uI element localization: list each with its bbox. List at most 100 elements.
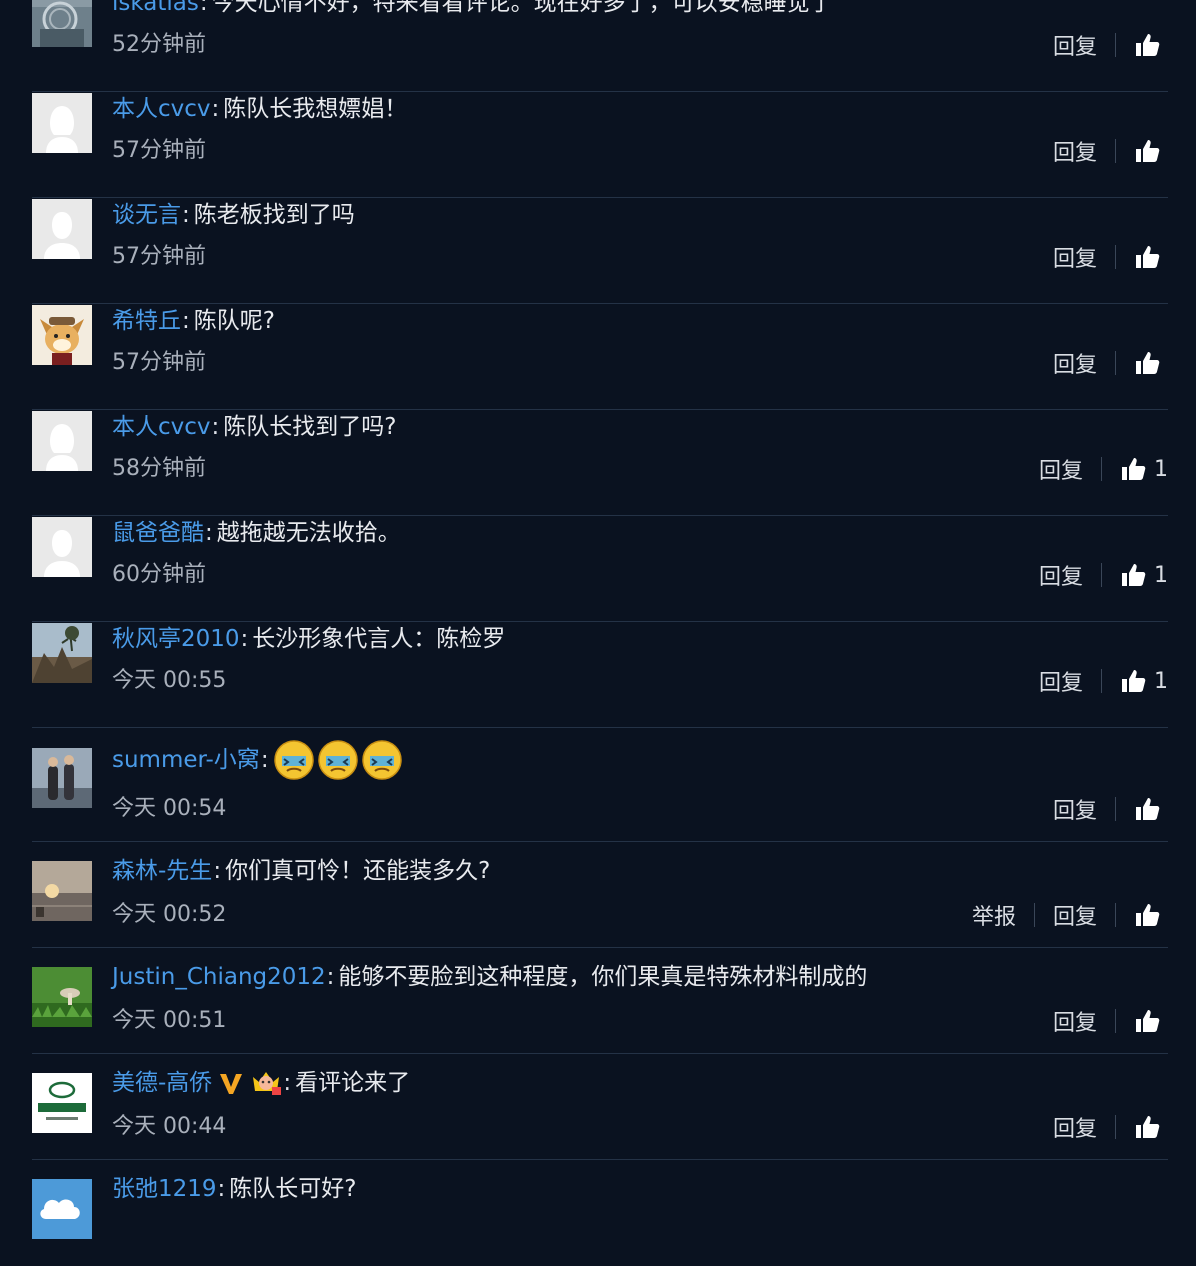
- like-count: 1: [1154, 456, 1168, 482]
- divider: [1115, 797, 1116, 821]
- colon: :: [240, 626, 249, 652]
- thumbs-up-icon: [1122, 458, 1146, 480]
- comment-item: summer-小窝 : 今天 00:54 回复: [32, 728, 1168, 842]
- username[interactable]: 谈无言: [112, 199, 181, 231]
- comment-text: 陈队长可好?: [229, 1176, 357, 1202]
- thumbs-up-icon: [1136, 904, 1160, 926]
- username[interactable]: summer-小窝: [112, 744, 260, 776]
- username[interactable]: 鼠爸爸酷: [112, 517, 204, 549]
- avatar[interactable]: [32, 411, 92, 471]
- comment-text: 今天心情不好，特来看看评论。现在好多了，可以安稳睡觉了: [211, 0, 833, 16]
- thumbs-up-icon: [1136, 352, 1160, 374]
- timestamp: 57分钟前: [112, 138, 206, 163]
- thumbs-up-icon: [1136, 34, 1160, 56]
- username[interactable]: Justin_Chiang2012: [112, 961, 326, 993]
- like-button[interactable]: [1134, 350, 1168, 376]
- avatar[interactable]: [32, 1073, 92, 1133]
- timestamp: 今天 00:52: [112, 902, 227, 927]
- thumbs-up-icon: [1136, 1010, 1160, 1032]
- crown-badge-icon: [250, 1069, 282, 1097]
- like-count: 1: [1154, 562, 1168, 588]
- comment-text: 陈队呢?: [193, 308, 275, 334]
- comment-item: lskatlas : 今天心情不好，特来看看评论。现在好多了，可以安稳睡觉了 5…: [32, 0, 1168, 92]
- colon: :: [211, 96, 220, 122]
- reply-button[interactable]: 回复: [1053, 241, 1097, 273]
- reply-button[interactable]: 回复: [1039, 559, 1083, 591]
- like-button[interactable]: [1134, 138, 1168, 164]
- comment-item: 森林-先生 : 你们真可怜！还能装多久? 今天 00:52 举报 回复: [32, 842, 1168, 948]
- colon: :: [199, 0, 208, 16]
- like-button[interactable]: 1: [1120, 668, 1168, 694]
- divider: [1115, 245, 1116, 269]
- avatar[interactable]: [32, 93, 92, 153]
- username[interactable]: 本人cvcv: [112, 93, 211, 125]
- colon: :: [260, 747, 269, 773]
- reply-button[interactable]: 回复: [1039, 665, 1083, 697]
- username[interactable]: 美德-高侨: [112, 1067, 212, 1099]
- timestamp: 57分钟前: [112, 244, 206, 269]
- timestamp: 57分钟前: [112, 350, 206, 375]
- avatar[interactable]: [32, 305, 92, 365]
- comment-item: 希特丘 : 陈队呢? 57分钟前 回复: [32, 304, 1168, 410]
- like-button[interactable]: [1134, 902, 1168, 928]
- verified-v-icon: [218, 1070, 244, 1096]
- like-button[interactable]: [1134, 796, 1168, 822]
- reply-button[interactable]: 回复: [1053, 1005, 1097, 1037]
- comment-item: 鼠爸爸酷 : 越拖越无法收拾。 60分钟前 回复 1: [32, 516, 1168, 622]
- thumbs-up-icon: [1136, 798, 1160, 820]
- comment-text: 能够不要脸到这种程度，你们果真是特殊材料制成的: [338, 964, 868, 990]
- username[interactable]: 希特丘: [112, 305, 181, 337]
- timestamp: 60分钟前: [112, 562, 206, 587]
- reply-button[interactable]: 回复: [1053, 899, 1097, 931]
- username[interactable]: 本人cvcv: [112, 411, 211, 443]
- like-button[interactable]: [1134, 1114, 1168, 1140]
- comment-item: 美德-高侨 : 看评论来了 今天 00:44 回复: [32, 1054, 1168, 1160]
- reply-button[interactable]: 回复: [1053, 347, 1097, 379]
- comment-item: Justin_Chiang2012 : 能够不要脸到这种程度，你们果真是特殊材料…: [32, 948, 1168, 1054]
- like-button[interactable]: [1134, 1008, 1168, 1034]
- like-button[interactable]: [1134, 32, 1168, 58]
- dizzy-face-emoji-icon: [317, 739, 359, 781]
- comment-text: 长沙形象代言人：陈检罗: [252, 626, 506, 652]
- username[interactable]: 森林-先生: [112, 855, 212, 887]
- divider: [1115, 351, 1116, 375]
- colon: :: [211, 414, 220, 440]
- colon: :: [182, 308, 190, 334]
- dizzy-face-emoji-icon: [273, 739, 315, 781]
- username[interactable]: lskatlas: [112, 0, 199, 19]
- comment-item: 本人cvcv : 陈队长找到了吗? 58分钟前 回复 1: [32, 410, 1168, 516]
- avatar[interactable]: [32, 861, 92, 921]
- comment-item: 秋风亭2010 : 长沙形象代言人：陈检罗 今天 00:55 回复 1: [32, 622, 1168, 728]
- reply-button[interactable]: 回复: [1039, 453, 1083, 485]
- username[interactable]: 张弛1219: [112, 1173, 217, 1205]
- timestamp: 今天 00:44: [112, 1114, 227, 1139]
- reply-button[interactable]: 回复: [1053, 793, 1097, 825]
- dizzy-face-emoji-icon: [361, 739, 403, 781]
- like-button[interactable]: [1134, 244, 1168, 270]
- avatar[interactable]: [32, 748, 92, 808]
- colon: :: [213, 858, 222, 884]
- reply-button[interactable]: 回复: [1053, 1111, 1097, 1143]
- divider: [1115, 1009, 1116, 1033]
- like-button[interactable]: 1: [1120, 562, 1168, 588]
- divider: [1115, 33, 1116, 57]
- like-button[interactable]: 1: [1120, 456, 1168, 482]
- avatar[interactable]: [32, 1179, 92, 1239]
- avatar[interactable]: [32, 517, 92, 577]
- colon: :: [217, 1176, 226, 1202]
- avatar[interactable]: [32, 199, 92, 259]
- timestamp: 52分钟前: [112, 32, 206, 57]
- avatar[interactable]: [32, 967, 92, 1027]
- thumbs-up-icon: [1122, 670, 1146, 692]
- like-count: 1: [1154, 668, 1168, 694]
- username[interactable]: 秋风亭2010: [112, 623, 240, 655]
- reply-button[interactable]: 回复: [1053, 135, 1097, 167]
- report-button[interactable]: 举报: [972, 899, 1016, 931]
- comment-list: lskatlas : 今天心情不好，特来看看评论。现在好多了，可以安稳睡觉了 5…: [0, 0, 1196, 1239]
- avatar[interactable]: [32, 623, 92, 683]
- divider: [1033, 903, 1035, 927]
- reply-button[interactable]: 回复: [1053, 29, 1097, 61]
- divider: [1101, 669, 1102, 693]
- thumbs-up-icon: [1136, 1116, 1160, 1138]
- avatar[interactable]: [32, 0, 92, 47]
